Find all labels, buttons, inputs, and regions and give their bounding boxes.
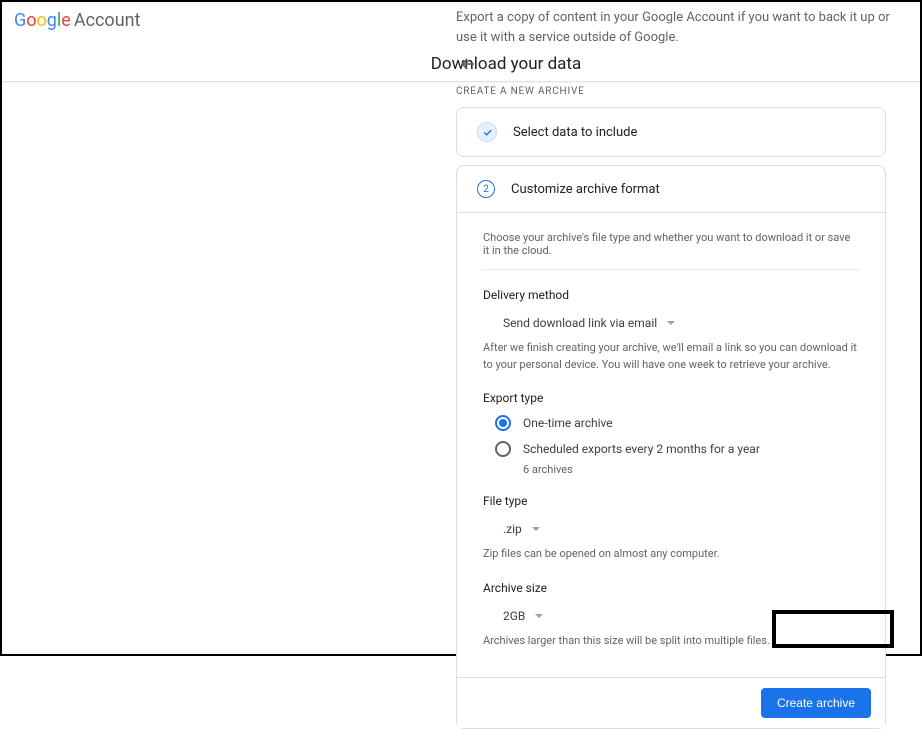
create-archive-button[interactable]: Create archive xyxy=(761,688,871,718)
step-1-card[interactable]: Select data to include xyxy=(456,107,886,157)
file-type-select[interactable]: .zip xyxy=(497,518,546,540)
radio-checked-icon xyxy=(495,415,511,431)
section-label: CREATE A NEW ARCHIVE xyxy=(456,86,886,97)
export-type-option-onetime[interactable]: One-time archive xyxy=(495,415,859,431)
export-type-label: Export type xyxy=(483,391,859,405)
delivery-method-select[interactable]: Send download link via email xyxy=(497,312,681,334)
scheduled-subnote: 6 archives xyxy=(523,463,859,476)
delivery-method-label: Delivery method xyxy=(483,288,859,302)
step-1-title: Select data to include xyxy=(513,125,637,140)
delivery-method-help: After we finish creating your archive, w… xyxy=(483,340,859,373)
chevron-down-icon xyxy=(535,614,543,618)
step-2-title: Customize archive format xyxy=(511,182,660,197)
page-header: Download your data xyxy=(2,46,920,82)
step-2-intro: Choose your archive's file type and whet… xyxy=(483,213,859,270)
archive-size-help: Archives larger than this size will be s… xyxy=(483,633,859,650)
step-2-number: 2 xyxy=(477,180,495,198)
file-type-help: Zip files can be opened on almost any co… xyxy=(483,546,859,563)
export-type-option-scheduled[interactable]: Scheduled exports every 2 months for a y… xyxy=(495,441,859,457)
back-arrow-icon[interactable] xyxy=(458,54,478,74)
chevron-down-icon xyxy=(532,527,540,531)
chevron-down-icon xyxy=(667,321,675,325)
step-2-card: 2 Customize archive format Choose your a… xyxy=(456,165,886,729)
archive-size-select[interactable]: 2GB xyxy=(497,605,549,627)
file-type-label: File type xyxy=(483,494,859,508)
page-title: Download your data xyxy=(431,54,582,74)
archive-size-label: Archive size xyxy=(483,581,859,595)
card-footer: Create archive xyxy=(457,677,885,728)
intro-description: Export a copy of content in your Google … xyxy=(456,8,900,47)
brand-logo: GoogleAccount xyxy=(14,10,140,31)
check-icon xyxy=(477,122,497,142)
radio-unchecked-icon xyxy=(495,441,511,457)
